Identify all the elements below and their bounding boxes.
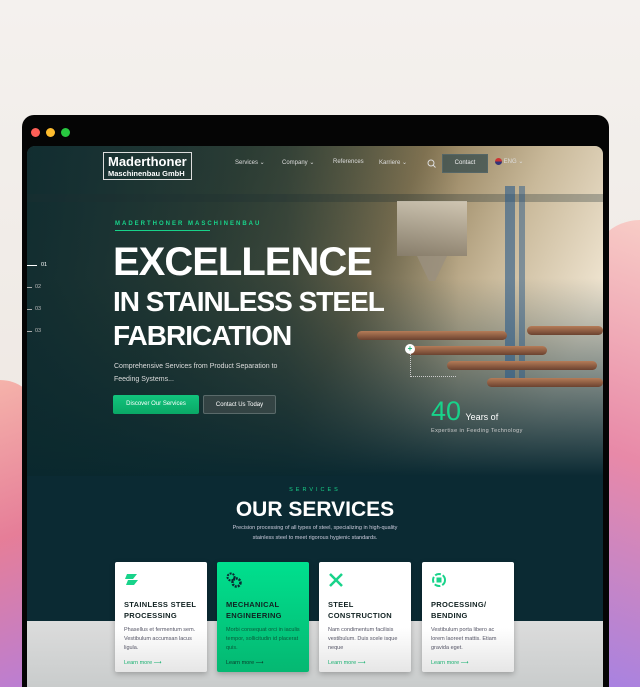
learn-more-link[interactable]: Learn more ⟶ bbox=[328, 660, 402, 666]
hero-title-line3: FABRICATION bbox=[113, 320, 292, 351]
search-icon[interactable] bbox=[427, 159, 436, 168]
website: Maderthoner Maschinenbau GmbH Services ⌄… bbox=[27, 146, 603, 687]
top-navigation: Maderthoner Maschinenbau GmbH Services ⌄… bbox=[27, 146, 603, 182]
services-lower-background bbox=[27, 621, 603, 687]
card-title: STAINLESS STEEL PROCESSING bbox=[124, 600, 197, 620]
card-text: Nam condimentum facilisis vestibulum. Du… bbox=[328, 627, 398, 651]
service-card-stainless[interactable]: STAINLESS STEEL PROCESSING Phasellus et … bbox=[115, 562, 207, 672]
card-text: Vestibulum porta libero ac lorem laoreet… bbox=[431, 627, 497, 651]
hero-title-line1: EXCELLENCE bbox=[113, 240, 373, 284]
discover-services-button[interactable]: Discover Our Services bbox=[113, 395, 199, 414]
maximize-dot[interactable] bbox=[61, 128, 70, 137]
service-card-bending[interactable]: PROCESSING/ BENDING Vestibulum porta lib… bbox=[422, 562, 514, 672]
card-text: Morbi consequat orci in iaculis tempor, … bbox=[226, 627, 300, 651]
service-card-mechanical[interactable]: MECHANICAL ENGINEERING Morbi consequat o… bbox=[217, 562, 309, 672]
nav-company[interactable]: Company ⌄ bbox=[282, 159, 314, 166]
nav-services-label: Services bbox=[235, 160, 259, 166]
hero-subtitle: Comprehensive Services from Product Sepa… bbox=[114, 363, 278, 383]
logo-line2: Maschinenbau GmbH bbox=[108, 169, 185, 178]
browser-window: Maderthoner Maschinenbau GmbH Services ⌄… bbox=[22, 115, 609, 687]
service-card-construction[interactable]: STEEL CONSTRUCTION Nam condimentum facil… bbox=[319, 562, 411, 672]
hero-title-line2: IN STAINLESS STEEL bbox=[113, 286, 385, 317]
contact-us-button[interactable]: Contact Us Today bbox=[203, 395, 276, 414]
close-dot[interactable] bbox=[31, 128, 40, 137]
slide-04[interactable]: 03 bbox=[27, 328, 47, 350]
nav-karriere-label: Karriere bbox=[379, 160, 401, 166]
language-selector[interactable]: ENG ⌄ bbox=[495, 158, 523, 165]
wrench-screwdriver-icon bbox=[329, 573, 343, 587]
stat-number: 40 bbox=[431, 396, 462, 426]
experience-stat: 40 Years of Expertise in Feeding Technol… bbox=[431, 396, 523, 434]
nav-references[interactable]: References bbox=[333, 159, 364, 165]
slide-indicator: 01 02 03 03 bbox=[27, 262, 47, 350]
card-title: PROCESSING/ BENDING bbox=[431, 600, 487, 620]
nav-company-label: Company bbox=[282, 160, 308, 166]
eyebrow-underline bbox=[115, 230, 210, 231]
slide-03[interactable]: 03 bbox=[27, 306, 47, 328]
logo-line1: Maderthoner bbox=[108, 154, 187, 169]
card-title: STEEL CONSTRUCTION bbox=[328, 600, 393, 620]
slide-01[interactable]: 01 bbox=[27, 262, 47, 284]
stat-unit: Years of bbox=[465, 412, 499, 422]
recycle-process-icon bbox=[432, 573, 446, 587]
nav-karriere[interactable]: Karriere ⌄ bbox=[379, 159, 407, 166]
card-text: Phasellus et fermentum sem. Vestibulum a… bbox=[124, 627, 196, 651]
window-controls bbox=[31, 128, 70, 137]
gears-icon bbox=[226, 572, 242, 588]
slide-02[interactable]: 02 bbox=[27, 284, 47, 306]
hotspot-connector bbox=[410, 354, 456, 377]
us-flag-icon bbox=[495, 158, 502, 165]
services-title: OUR SERVICES bbox=[235, 498, 395, 521]
learn-more-link[interactable]: Learn more ⟶ bbox=[226, 660, 300, 666]
steel-beams-icon bbox=[125, 574, 138, 585]
contact-button[interactable]: Contact bbox=[442, 154, 488, 173]
services-eyebrow: SERVICES bbox=[289, 487, 341, 493]
minimize-dot[interactable] bbox=[46, 128, 55, 137]
services-description: Precision processing of all types of ste… bbox=[232, 525, 398, 541]
learn-more-link[interactable]: Learn more ⟶ bbox=[124, 660, 198, 666]
hero-eyebrow: MADERTHONER MASCHINENBAU bbox=[115, 221, 262, 227]
language-label: ENG bbox=[503, 159, 517, 166]
learn-more-link[interactable]: Learn more ⟶ bbox=[431, 660, 505, 666]
logo[interactable]: Maderthoner Maschinenbau GmbH bbox=[103, 152, 192, 180]
hotspot-plus-icon[interactable]: + bbox=[405, 344, 415, 354]
nav-services[interactable]: Services ⌄ bbox=[235, 159, 265, 166]
stat-caption: Expertise in Feeding Technology bbox=[431, 428, 523, 434]
card-title: MECHANICAL ENGINEERING bbox=[226, 600, 282, 620]
